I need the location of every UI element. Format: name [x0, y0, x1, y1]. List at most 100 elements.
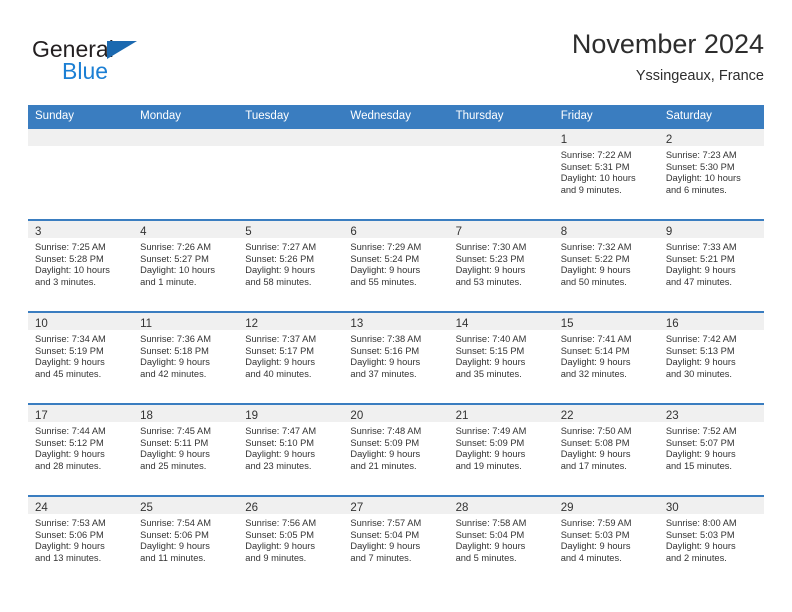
daylight-text: and 3 minutes.: [35, 276, 96, 287]
sunrise-text: Sunrise: 8:00 AM: [665, 518, 737, 528]
day-cell-inner: 27 Sunrise: 7:57 AM Sunset: 5:04 PM Dayligh…: [343, 497, 449, 585]
sunrise-text: Sunrise: 7:29 AM: [350, 242, 422, 252]
calendar-day-cell-empty: [238, 127, 344, 220]
day-cell-inner: 30 Sunrise: 8:00 AM Sunset: 5:03 PM Dayligh…: [658, 497, 764, 585]
calendar-day-cell-3[interactable]: 3 Sunrise: 7:25 AM Sunset: 5:28 PM Daylight…: [28, 219, 134, 312]
daylight-text: Daylight: 9 hours: [350, 449, 421, 460]
sunset-text: Sunset: 5:23 PM: [455, 253, 525, 264]
daylight-text: Daylight: 9 hours: [245, 541, 316, 552]
calendar-day-cell-2[interactable]: 2 Sunrise: 7:23 AM Sunset: 5:30 PM Daylight…: [658, 127, 764, 220]
day-number-band: 1: [553, 129, 659, 146]
day-number-band: [28, 129, 134, 146]
day-cell-details: Sunrise: 7:38 AM Sunset: 5:16 PM Daylight:…: [343, 330, 448, 380]
day-cell-details: Sunrise: 7:37 AM Sunset: 5:17 PM Daylight:…: [238, 330, 343, 380]
calendar-day-cell-11[interactable]: 11 Sunrise: 7:36 AM Sunset: 5:18 PM Dayligh…: [133, 311, 239, 404]
day-number-band: 29: [553, 497, 659, 514]
calendar-day-cell-12[interactable]: 12 Sunrise: 7:37 AM Sunset: 5:17 PM Dayligh…: [238, 311, 344, 404]
calendar-day-cell-8[interactable]: 8 Sunrise: 7:32 AM Sunset: 5:22 PM Daylight…: [553, 219, 659, 312]
calendar-day-cell-17[interactable]: 17 Sunrise: 7:44 AM Sunset: 5:12 PM Dayligh…: [28, 403, 134, 496]
day-number: 21: [455, 410, 469, 422]
calendar-day-cell-28[interactable]: 28 Sunrise: 7:58 AM Sunset: 5:04 PM Dayligh…: [448, 495, 554, 587]
calendar-day-cell-15[interactable]: 15 Sunrise: 7:41 AM Sunset: 5:14 PM Dayligh…: [553, 311, 659, 404]
weekday-header-saturday: Saturday: [658, 105, 764, 128]
calendar-day-cell-18[interactable]: 18 Sunrise: 7:45 AM Sunset: 5:11 PM Dayligh…: [133, 403, 239, 496]
calendar-day-cell-24[interactable]: 24 Sunrise: 7:53 AM Sunset: 5:06 PM Dayligh…: [28, 495, 134, 587]
day-number-band: 27: [343, 497, 449, 514]
calendar-day-cell-23[interactable]: 23 Sunrise: 7:52 AM Sunset: 5:07 PM Dayligh…: [658, 403, 764, 496]
calendar-day-cell-25[interactable]: 25 Sunrise: 7:54 AM Sunset: 5:06 PM Dayligh…: [133, 495, 239, 587]
day-cell-details: Sunrise: 7:30 AM Sunset: 5:23 PM Daylight:…: [449, 238, 554, 288]
day-number-band: 28: [448, 497, 554, 514]
day-cell-inner: 5 Sunrise: 7:27 AM Sunset: 5:26 PM Daylight…: [238, 221, 344, 309]
day-cell-inner: [133, 129, 239, 217]
sunrise-text: Sunrise: 7:27 AM: [245, 242, 317, 252]
day-cell-details: Sunrise: 7:44 AM Sunset: 5:12 PM Daylight:…: [28, 422, 133, 472]
daylight-text: and 6 minutes.: [665, 184, 727, 195]
calendar-day-cell-9[interactable]: 9 Sunrise: 7:33 AM Sunset: 5:21 PM Daylight…: [658, 219, 764, 312]
daylight-text: and 15 minutes.: [665, 460, 732, 471]
sunset-text: Sunset: 5:16 PM: [350, 345, 420, 356]
calendar-day-cell-29[interactable]: 29 Sunrise: 7:59 AM Sunset: 5:03 PM Dayligh…: [553, 495, 659, 587]
calendar-day-cell-30[interactable]: 30 Sunrise: 8:00 AM Sunset: 5:03 PM Dayligh…: [658, 495, 764, 587]
sunset-text: Sunset: 5:09 PM: [350, 437, 420, 448]
day-number-band: 8: [553, 221, 659, 238]
day-number-band: [343, 129, 449, 146]
calendar-day-cell-5[interactable]: 5 Sunrise: 7:27 AM Sunset: 5:26 PM Daylight…: [238, 219, 344, 312]
day-number-band: 15: [553, 313, 659, 330]
calendar-day-cell-21[interactable]: 21 Sunrise: 7:49 AM Sunset: 5:09 PM Dayligh…: [448, 403, 554, 496]
sunrise-text: Sunrise: 7:41 AM: [560, 334, 632, 344]
day-cell-details: Sunrise: 7:48 AM Sunset: 5:09 PM Daylight:…: [343, 422, 448, 472]
day-number-band: 10: [28, 313, 134, 330]
day-cell-details: Sunrise: 7:45 AM Sunset: 5:11 PM Daylight:…: [133, 422, 238, 472]
day-cell-details: Sunrise: 7:26 AM Sunset: 5:27 PM Daylight:…: [133, 238, 238, 288]
day-number: 11: [140, 318, 153, 330]
sunrise-text: Sunrise: 7:58 AM: [455, 518, 527, 528]
sunrise-text: Sunrise: 7:22 AM: [560, 150, 632, 160]
calendar-day-cell-27[interactable]: 27 Sunrise: 7:57 AM Sunset: 5:04 PM Dayligh…: [343, 495, 449, 587]
calendar-day-cell-7[interactable]: 7 Sunrise: 7:30 AM Sunset: 5:23 PM Daylight…: [448, 219, 554, 312]
daylight-text: and 55 minutes.: [350, 276, 417, 287]
calendar-day-cell-1[interactable]: 1 Sunrise: 7:22 AM Sunset: 5:31 PM Daylight…: [553, 127, 659, 220]
day-cell-inner: 18 Sunrise: 7:45 AM Sunset: 5:11 PM Dayligh…: [133, 405, 239, 493]
day-cell-details: Sunrise: 7:49 AM Sunset: 5:09 PM Daylight:…: [449, 422, 554, 472]
sunset-text: Sunset: 5:03 PM: [560, 529, 630, 540]
weekday-header: Sunday Monday Tuesday Wednesday Thursday Frid…: [28, 105, 764, 128]
day-cell-details: [238, 146, 343, 150]
day-number: 19: [245, 410, 259, 422]
day-number: 28: [455, 502, 469, 514]
sunrise-text: Sunrise: 7:36 AM: [140, 334, 211, 344]
sunset-text: Sunset: 5:09 PM: [455, 437, 525, 448]
day-number-band: [238, 129, 344, 146]
sunrise-text: Sunrise: 7:30 AM: [455, 242, 527, 252]
daylight-text: Daylight: 9 hours: [35, 541, 105, 552]
day-cell-details: [343, 146, 448, 150]
calendar-day-cell-14[interactable]: 14 Sunrise: 7:40 AM Sunset: 5:15 PM Dayligh…: [448, 311, 554, 404]
day-number: 17: [35, 410, 48, 422]
calendar-day-cell-20[interactable]: 20 Sunrise: 7:48 AM Sunset: 5:09 PM Dayligh…: [343, 403, 449, 496]
calendar-day-cell-6[interactable]: 6 Sunrise: 7:29 AM Sunset: 5:24 PM Daylight…: [343, 219, 449, 312]
calendar-day-cell-4[interactable]: 4 Sunrise: 7:26 AM Sunset: 5:27 PM Daylight…: [133, 219, 239, 312]
daylight-text: and 17 minutes.: [560, 460, 627, 471]
calendar-day-cell-19[interactable]: 19 Sunrise: 7:47 AM Sunset: 5:10 PM Dayligh…: [238, 403, 344, 496]
daylight-text: and 45 minutes.: [35, 368, 102, 379]
daylight-text: and 32 minutes.: [560, 368, 627, 379]
day-number: 8: [560, 226, 568, 238]
calendar-day-cell-22[interactable]: 22 Sunrise: 7:50 AM Sunset: 5:08 PM Dayligh…: [553, 403, 659, 496]
daylight-text: and 42 minutes.: [140, 368, 207, 379]
weekday-header-monday: Monday: [133, 105, 239, 128]
day-cell-inner: 28 Sunrise: 7:58 AM Sunset: 5:04 PM Dayligh…: [448, 497, 554, 585]
sunset-text: Sunset: 5:31 PM: [560, 161, 630, 172]
general-blue-logo[interactable]: General Blue: [32, 36, 232, 92]
sunrise-text: Sunrise: 7:56 AM: [245, 518, 317, 528]
calendar-day-cell-26[interactable]: 26 Sunrise: 7:56 AM Sunset: 5:05 PM Dayligh…: [238, 495, 344, 587]
sunset-text: Sunset: 5:28 PM: [35, 253, 104, 264]
day-cell-inner: 21 Sunrise: 7:49 AM Sunset: 5:09 PM Dayligh…: [448, 405, 554, 493]
calendar-day-cell-10[interactable]: 10 Sunrise: 7:34 AM Sunset: 5:19 PM Dayligh…: [28, 311, 134, 404]
weekday-header-friday: Friday: [553, 105, 659, 128]
calendar-day-cell-16[interactable]: 16 Sunrise: 7:42 AM Sunset: 5:13 PM Dayligh…: [658, 311, 764, 404]
day-number: 23: [665, 410, 679, 422]
calendar-day-cell-13[interactable]: 13 Sunrise: 7:38 AM Sunset: 5:16 PM Dayligh…: [343, 311, 449, 404]
sunrise-text: Sunrise: 7:45 AM: [140, 426, 211, 436]
logo-triangle-icon: [107, 41, 137, 59]
day-number: 22: [560, 410, 574, 422]
